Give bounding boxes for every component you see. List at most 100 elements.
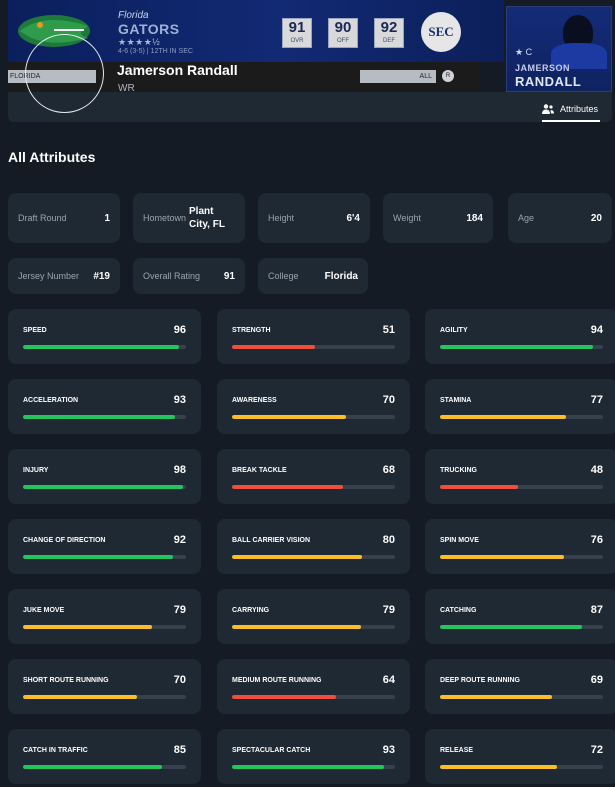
- attribute-bar-track: [23, 485, 186, 489]
- info-age: Age 20: [508, 193, 612, 243]
- attribute-bar-track: [232, 415, 395, 419]
- attribute-card-spin-move: SPIN MOVE 76: [425, 519, 615, 574]
- attribute-card-injury: INJURY 98: [8, 449, 201, 504]
- attribute-bar-fill: [440, 415, 566, 419]
- info-draft-round: Draft Round 1: [8, 193, 120, 243]
- attribute-bar-fill: [23, 695, 138, 699]
- attribute-card-ball-carrier-vision: BALL CARRIER VISION 80: [217, 519, 410, 574]
- info-label: Weight: [393, 213, 421, 223]
- attribute-card-break-tackle: BREAK TACKLE 68: [217, 449, 410, 504]
- attribute-value: 96: [173, 324, 186, 336]
- attribute-bar-track: [23, 415, 186, 419]
- attribute-name: CHANGE OF DIRECTION: [23, 537, 106, 544]
- section-title: All Attributes: [8, 149, 96, 165]
- filter-dropdown[interactable]: ALL: [360, 70, 436, 83]
- attribute-value: 72: [590, 744, 603, 756]
- attribute-name: JUKE MOVE: [23, 607, 65, 614]
- attribute-name: BREAK TACKLE: [232, 467, 287, 474]
- attribute-value: 64: [382, 674, 395, 686]
- attribute-bar-track: [440, 765, 603, 769]
- info-value: 91: [223, 270, 235, 282]
- attribute-value: 87: [590, 604, 603, 616]
- def-rating-value: 92: [380, 19, 398, 36]
- attribute-name: AWARENESS: [232, 397, 277, 404]
- attribute-name: ACCELERATION: [23, 397, 79, 404]
- info-label: Overall Rating: [143, 271, 201, 281]
- attribute-name: RELEASE: [440, 747, 474, 754]
- team-name: GATORS: [118, 21, 180, 37]
- tab-attributes[interactable]: Attributes: [542, 98, 601, 122]
- attribute-value: 80: [382, 534, 395, 546]
- ovr-rating-label: OVR: [290, 38, 304, 44]
- info-value: Florida: [324, 270, 358, 282]
- attribute-bar-fill: [232, 695, 337, 699]
- info-college: College Florida: [258, 258, 368, 294]
- attribute-bar-fill: [23, 555, 173, 559]
- info-value: #19: [93, 270, 110, 282]
- attribute-card-short-route-running: SHORT ROUTE RUNNING 70: [8, 659, 201, 714]
- ovr-rating-value: 91: [288, 19, 306, 36]
- controller-button-icon: R: [442, 70, 454, 82]
- attribute-value: 70: [173, 674, 186, 686]
- player-avatar: [25, 34, 104, 113]
- attribute-name: SPIN MOVE: [440, 537, 479, 544]
- people-icon: [542, 104, 554, 114]
- player-header: Florida GATORS ★★★★½ 4-6 (3-5) | 12TH IN…: [0, 0, 615, 122]
- attribute-bar-track: [440, 415, 603, 419]
- attribute-bar-fill: [23, 485, 183, 489]
- attribute-bar-track: [23, 555, 186, 559]
- attribute-name: CARRYING: [232, 607, 270, 614]
- ovr-rating: 91 OVR: [282, 18, 312, 48]
- attribute-value: 79: [173, 604, 186, 616]
- info-label: Height: [268, 213, 295, 223]
- attribute-value: 98: [173, 464, 186, 476]
- school-name: Florida: [118, 10, 149, 21]
- attribute-bar-fill: [440, 765, 558, 769]
- attribute-name: TRUCKING: [440, 467, 477, 474]
- attribute-value: 76: [590, 534, 603, 546]
- tabs-panel: Attributes: [8, 92, 612, 122]
- attribute-bar-track: [232, 695, 395, 699]
- card-badges-icon: ★ C: [515, 47, 533, 57]
- attribute-bar-track: [23, 695, 186, 699]
- attribute-card-awareness: AWARENESS 70: [217, 379, 410, 434]
- attribute-bar-fill: [232, 415, 347, 419]
- attribute-name: SPEED: [23, 327, 47, 334]
- off-rating-label: OFF: [337, 38, 349, 44]
- card-last-name: RANDALL: [515, 74, 582, 89]
- attribute-value: 85: [173, 744, 186, 756]
- info-hometown: Hometown Plant City, FL: [133, 193, 245, 243]
- team-stars: ★★★★½: [118, 37, 161, 47]
- attribute-card-release: RELEASE 72: [425, 729, 615, 784]
- attribute-bar-track: [440, 695, 603, 699]
- info-value: Plant City, FL: [189, 206, 225, 230]
- attribute-bar-track: [440, 555, 603, 559]
- attribute-name: BALL CARRIER VISION: [232, 537, 311, 544]
- attribute-name: STRENGTH: [232, 327, 271, 334]
- attribute-bar-track: [232, 485, 395, 489]
- attribute-bar-fill: [23, 345, 180, 349]
- attribute-bar-fill: [23, 765, 162, 769]
- attribute-bar-track: [232, 555, 395, 559]
- attribute-card-change-of-direction: CHANGE OF DIRECTION 92: [8, 519, 201, 574]
- player-position: WR: [118, 83, 135, 94]
- off-rating: 90 OFF: [328, 18, 358, 48]
- attribute-bar-track: [232, 345, 395, 349]
- attribute-value: 51: [382, 324, 395, 336]
- attribute-bar-fill: [23, 625, 152, 629]
- attribute-bar-fill: [440, 345, 594, 349]
- off-rating-value: 90: [334, 19, 352, 36]
- attribute-name: SHORT ROUTE RUNNING: [23, 677, 109, 684]
- info-value: 20: [590, 212, 602, 224]
- attribute-card-juke-move: JUKE MOVE 79: [8, 589, 201, 644]
- attribute-card-medium-route-running: MEDIUM ROUTE RUNNING 64: [217, 659, 410, 714]
- attribute-value: 69: [590, 674, 603, 686]
- info-weight: Weight 184: [383, 193, 493, 243]
- info-value: 6'4: [346, 212, 360, 224]
- attribute-bar-fill: [232, 625, 361, 629]
- attribute-value: 68: [382, 464, 395, 476]
- attribute-name: INJURY: [23, 467, 49, 474]
- attribute-bar-track: [23, 765, 186, 769]
- card-first-name: JAMERSON: [515, 63, 571, 73]
- attribute-bar-track: [23, 625, 186, 629]
